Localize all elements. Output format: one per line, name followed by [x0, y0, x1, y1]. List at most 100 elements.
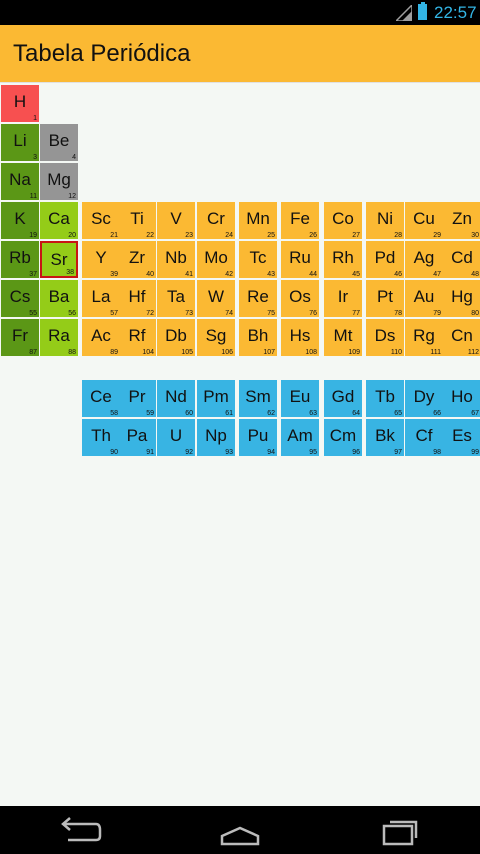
atomic-number: 72	[146, 310, 154, 317]
atomic-number: 45	[352, 271, 360, 278]
element-sg[interactable]: Sg 106	[197, 319, 235, 356]
element-symbol: Mt	[333, 326, 353, 345]
element-re[interactable]: Re 75	[239, 280, 277, 317]
element-cu[interactable]: Cu 29	[405, 202, 443, 239]
element-be[interactable]: Be 4	[40, 124, 78, 161]
element-symbol: Pd	[374, 248, 396, 267]
element-tc[interactable]: Tc 43	[239, 241, 277, 278]
element-na[interactable]: Na 11	[1, 163, 39, 200]
element-sr[interactable]: Sr 38	[40, 241, 78, 278]
element-th[interactable]: Th 90	[82, 419, 120, 456]
element-cr[interactable]: Cr 24	[197, 202, 235, 239]
element-gd[interactable]: Gd 64	[324, 380, 362, 417]
element-rg[interactable]: Rg 111	[405, 319, 443, 356]
element-symbol: U	[169, 426, 183, 445]
recent-apps-button[interactable]	[370, 814, 430, 848]
element-ca[interactable]: Ca 20	[40, 202, 78, 239]
element-nb[interactable]: Nb 41	[157, 241, 195, 278]
element-pu[interactable]: Pu 94	[239, 419, 277, 456]
element-ba[interactable]: Ba 56	[40, 280, 78, 317]
element-ds[interactable]: Ds 110	[366, 319, 404, 356]
element-ce[interactable]: Ce 58	[82, 380, 120, 417]
element-hs[interactable]: Hs 108	[281, 319, 319, 356]
element-es[interactable]: Es 99	[443, 419, 480, 456]
element-eu[interactable]: Eu 63	[281, 380, 319, 417]
element-mg[interactable]: Mg 12	[40, 163, 78, 200]
element-rb[interactable]: Rb 37	[1, 241, 39, 278]
element-tb[interactable]: Tb 65	[366, 380, 404, 417]
element-hg[interactable]: Hg 80	[443, 280, 480, 317]
element-h[interactable]: H1	[1, 85, 39, 122]
element-pt[interactable]: Pt 78	[366, 280, 404, 317]
element-pa[interactable]: Pa 91	[118, 419, 156, 456]
atomic-number: 109	[348, 349, 360, 356]
element-y[interactable]: Y 39	[82, 241, 120, 278]
element-cd[interactable]: Cd 48	[443, 241, 480, 278]
element-k[interactable]: K 19	[1, 202, 39, 239]
atomic-number: 12	[68, 193, 76, 200]
element-w[interactable]: W 74	[197, 280, 235, 317]
home-button[interactable]	[210, 814, 270, 848]
element-fe[interactable]: Fe 26	[281, 202, 319, 239]
element-symbol: Nb	[165, 248, 187, 267]
element-rh[interactable]: Rh 45	[324, 241, 362, 278]
element-hf[interactable]: Hf 72	[118, 280, 156, 317]
element-ta[interactable]: Ta 73	[157, 280, 195, 317]
element-v[interactable]: V 23	[157, 202, 195, 239]
atomic-number: 96	[352, 449, 360, 456]
element-u[interactable]: U 92	[157, 419, 195, 456]
element-cm[interactable]: Cm 96	[324, 419, 362, 456]
element-co[interactable]: Co 27	[324, 202, 362, 239]
element-cn[interactable]: Cn 112	[443, 319, 480, 356]
element-os[interactable]: Os 76	[281, 280, 319, 317]
element-cf[interactable]: Cf 98	[405, 419, 443, 456]
element-ac[interactable]: Ac 89	[82, 319, 120, 356]
element-symbol: Nd	[165, 387, 187, 406]
element-symbol: Sc	[91, 209, 111, 228]
element-zn[interactable]: Zn 30	[443, 202, 480, 239]
element-sc[interactable]: Sc 21	[82, 202, 120, 239]
element-db[interactable]: Db 105	[157, 319, 195, 356]
element-zr[interactable]: Zr 40	[118, 241, 156, 278]
element-li[interactable]: Li 3	[1, 124, 39, 161]
element-ag[interactable]: Ag 47	[405, 241, 443, 278]
element-la[interactable]: La 57	[82, 280, 120, 317]
element-bh[interactable]: Bh 107	[239, 319, 277, 356]
atomic-number: 41	[185, 271, 193, 278]
recent-apps-icon	[382, 820, 418, 846]
element-symbol: Gd	[331, 387, 355, 406]
element-symbol: Hs	[289, 326, 311, 345]
atomic-number: 108	[305, 349, 317, 356]
element-rf[interactable]: Rf 104	[118, 319, 156, 356]
element-pm[interactable]: Pm 61	[197, 380, 235, 417]
element-np[interactable]: Np 93	[197, 419, 235, 456]
element-bk[interactable]: Bk 97	[366, 419, 404, 456]
element-symbol: H	[13, 92, 27, 111]
element-au[interactable]: Au 79	[405, 280, 443, 317]
element-mn[interactable]: Mn 25	[239, 202, 277, 239]
battery-icon	[418, 2, 427, 20]
atomic-number: 43	[267, 271, 275, 278]
atomic-number: 77	[352, 310, 360, 317]
element-dy[interactable]: Dy 66	[405, 380, 443, 417]
element-ir[interactable]: Ir 77	[324, 280, 362, 317]
element-pd[interactable]: Pd 46	[366, 241, 404, 278]
element-fr[interactable]: Fr 87	[1, 319, 39, 356]
element-symbol: Rh	[332, 248, 354, 267]
element-ho[interactable]: Ho 67	[443, 380, 480, 417]
element-mo[interactable]: Mo 42	[197, 241, 235, 278]
element-cs[interactable]: Cs 55	[1, 280, 39, 317]
element-nd[interactable]: Nd 60	[157, 380, 195, 417]
element-am[interactable]: Am 95	[281, 419, 319, 456]
element-ra[interactable]: Ra 88	[40, 319, 78, 356]
element-ni[interactable]: Ni 28	[366, 202, 404, 239]
atomic-number: 4	[72, 154, 76, 161]
element-mt[interactable]: Mt 109	[324, 319, 362, 356]
element-symbol: Tb	[375, 387, 395, 406]
element-ti[interactable]: Ti 22	[118, 202, 156, 239]
element-ru[interactable]: Ru 44	[281, 241, 319, 278]
element-pr[interactable]: Pr 59	[118, 380, 156, 417]
back-button[interactable]	[50, 814, 110, 848]
element-sm[interactable]: Sm 62	[239, 380, 277, 417]
element-symbol: Os	[289, 287, 311, 306]
